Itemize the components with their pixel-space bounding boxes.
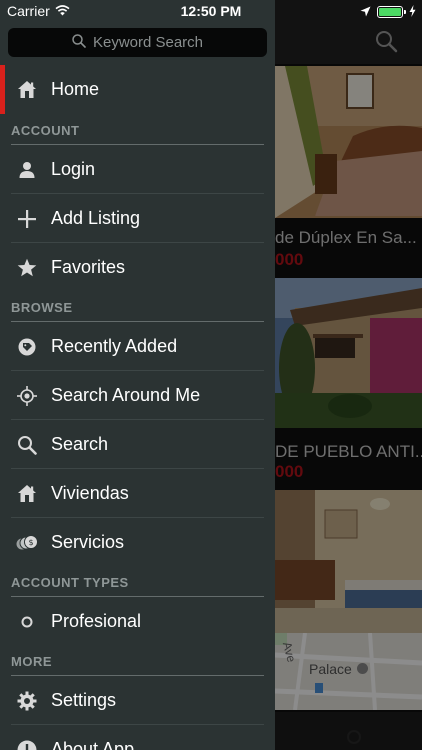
map-poi-label: Palace [309, 661, 352, 677]
menu-item-search[interactable]: Search [0, 420, 275, 469]
menu-label: Login [51, 159, 96, 179]
menu-label: Search [51, 434, 109, 454]
menu-label: Profesional [51, 611, 142, 631]
menu-label: Viviendas [51, 483, 129, 503]
listing-price: 000 [275, 462, 304, 481]
map-pin-icon [357, 663, 368, 674]
listing-photo-bedroom [275, 66, 422, 218]
menu-label: Servicios [51, 532, 125, 552]
menu-item-login[interactable]: Login [0, 145, 275, 194]
listing-card[interactable]: de Dúplex En Sa... 000 [275, 66, 422, 274]
menu-item-recently-added[interactable]: Recently Added [0, 322, 275, 371]
charging-bolt-icon [409, 4, 416, 20]
menu-item-add-listing[interactable]: Add Listing [0, 194, 275, 243]
section-header-account-types: ACCOUNT TYPES [11, 575, 129, 590]
search-icon[interactable] [375, 30, 398, 58]
menu-item-settings[interactable]: Settings [0, 676, 275, 725]
menu-label: Favorites [51, 257, 126, 277]
menu-item-home[interactable]: Home [0, 65, 275, 114]
menu-label: About App [51, 739, 135, 750]
menu-item-favorites[interactable]: Favorites [0, 243, 275, 292]
section-header-browse: BROWSE [11, 300, 73, 315]
location-arrow-icon [360, 4, 371, 20]
coins-icon: $ [16, 532, 38, 554]
listing-price: 000 [275, 250, 304, 269]
svg-text:$: $ [28, 538, 33, 547]
battery-fill [379, 8, 401, 16]
section-header-account: ACCOUNT [11, 123, 80, 138]
menu-item-about-app[interactable]: About App [0, 725, 275, 750]
menu-label: Add Listing [51, 208, 141, 228]
listing-title: DE PUEBLO ANTI... [275, 442, 422, 461]
status-time: 12:50 PM [180, 3, 242, 19]
listings-content: de Dúplex En Sa... 000 DE PUEBLO ANTI...… [275, 0, 422, 750]
crosshair-icon [16, 385, 38, 407]
menu-item-profesional[interactable]: Profesional [0, 597, 275, 646]
menu-label: Recently Added [51, 336, 178, 356]
map-preview[interactable]: Ave Palace [275, 632, 422, 710]
navigation-drawer: Keyword Search Home ACCOUNT Login Add Li… [0, 0, 275, 750]
search-placeholder: Keyword Search [92, 34, 204, 51]
section-header-more: MORE [11, 654, 52, 669]
menu-label: Home [51, 79, 100, 99]
menu-item-viviendas[interactable]: Viviendas [0, 469, 275, 518]
menu-label: Search Around Me [51, 385, 201, 405]
star-icon [16, 257, 38, 279]
battery-icon [377, 6, 406, 18]
bottom-tab-strip [275, 712, 422, 750]
listing-photo-house [275, 278, 422, 428]
user-icon [16, 159, 38, 181]
keyword-search-field[interactable]: Keyword Search [8, 28, 267, 57]
gear-icon [16, 690, 38, 712]
map-marker-icon [315, 683, 323, 693]
listing-title: de Dúplex En Sa... [275, 228, 417, 247]
info-icon [16, 739, 38, 750]
house-icon [16, 483, 38, 505]
home-icon [16, 79, 38, 101]
plus-icon [16, 208, 38, 230]
menu-item-servicios[interactable]: $ Servicios [0, 518, 275, 567]
compass-icon [347, 730, 361, 744]
tag-icon [16, 336, 38, 358]
listing-card[interactable]: Ave Palace [275, 490, 422, 710]
listing-photo-living-room [275, 490, 422, 633]
search-icon [72, 33, 86, 52]
status-right [360, 4, 416, 20]
circle-icon [16, 611, 38, 633]
status-bar: Carrier 12:50 PM [0, 0, 422, 22]
menu-item-search-around-me[interactable]: Search Around Me [0, 371, 275, 420]
search-icon [16, 434, 38, 456]
listing-card[interactable]: DE PUEBLO ANTI... 000 [275, 278, 422, 488]
menu-label: Settings [51, 690, 117, 710]
